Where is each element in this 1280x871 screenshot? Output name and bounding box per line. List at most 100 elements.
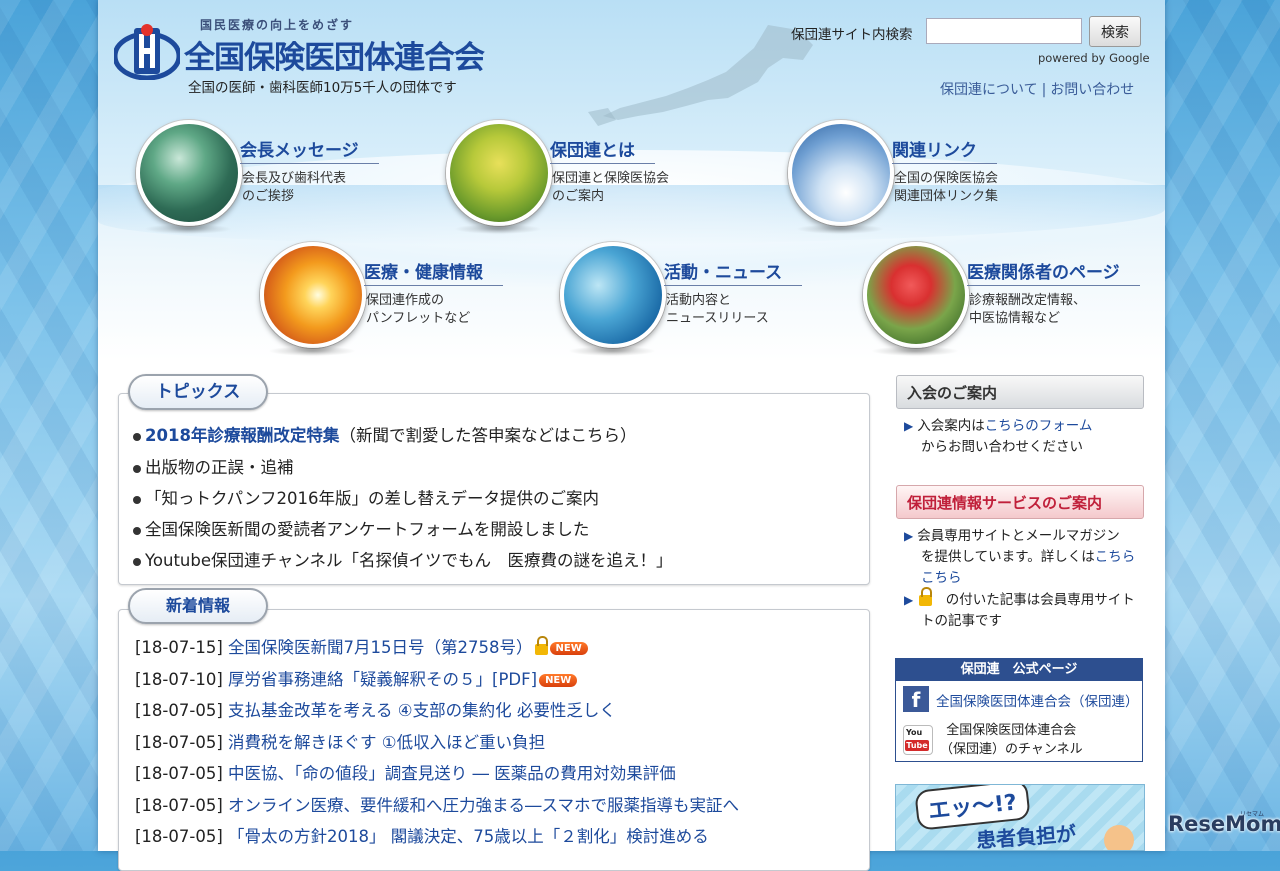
bullet-icon (133, 432, 141, 441)
news-title[interactable]: 支払基金改革を考える ④支部の集約化 必要性乏しく (228, 701, 616, 720)
banner-character (1104, 825, 1134, 850)
lock-icon (919, 587, 933, 606)
wave-photo (560, 242, 666, 348)
topic-text: （新聞で割愛した答申案などはこちら） (339, 426, 637, 445)
topic-item[interactable]: 2018年診療報酬改定特集（新聞で割愛した答申案などはこちら） (133, 422, 636, 446)
bullet-icon (133, 464, 141, 473)
youtube-icon-top: You (906, 728, 923, 737)
bullet-icon (133, 557, 141, 566)
new-badge: NEW (549, 642, 588, 655)
search-label: 保団連サイト内検索 (791, 27, 913, 43)
youtube-channel-link[interactable]: 全国保険医団体連合会 （保団連）のチャンネル (940, 721, 1083, 759)
facebook-icon[interactable]: f (903, 686, 929, 712)
circle-shadow (144, 224, 232, 234)
join-form-link[interactable]: こちらのフォーム (985, 418, 1093, 434)
service-heading[interactable]: 保団連情報サービスのご案内 (896, 485, 1144, 519)
page-container: 国民医療の向上をめざす 全国保険医団体連合会 全国の医師・歯科医師10万5千人の… (98, 0, 1165, 871)
topic-item[interactable]: Youtube保団連チャンネル「名探偵イツでもん 医療費の謎を追え！」 (133, 547, 673, 571)
link-separator: | (1041, 82, 1047, 98)
official-pages-box: 保団連 公式ページ f 全国保険医団体連合会（保団連） You Tube 全国保… (895, 658, 1143, 762)
powered-by-google: powered by Google (1038, 51, 1150, 65)
news-item[interactable]: [18-07-05] 支払基金改革を考える ④支部の集約化 必要性乏しく (135, 697, 616, 721)
circle-shadow (871, 346, 959, 356)
feature-about-hodanren[interactable]: 保団連とは 保団連と保険医協会 のご案内 (446, 120, 686, 240)
news-date: [18-07-15] (135, 638, 223, 657)
service-text: ▶ 会員専用サイトとメールマガジン を提供しています。詳しくはこちら こちら (904, 526, 1135, 589)
join-heading[interactable]: 入会のご案内 (896, 375, 1144, 409)
news-item[interactable]: [18-07-05] 「骨太の方針2018」 閣議決定、75歳以上「２割化」検討… (135, 823, 709, 847)
feature-desc: 全国の保険医協会 関連団体リンク集 (894, 171, 999, 204)
topic-bold-link[interactable]: 2018年診療報酬改定特集 (145, 426, 339, 445)
site-subtitle: 全国の医師・歯科医師10万5千人の団体です (188, 80, 457, 96)
news-item[interactable]: [18-07-05] 消費税を解きほぐす ①低収入ほど重い負担 (135, 729, 545, 753)
lock-note-text-1: の付いた記事は会員専用サイト (945, 592, 1135, 608)
news-title[interactable]: 全国保険医新聞7月15日号（第2758号） (228, 638, 533, 657)
news-title[interactable]: オンライン医療、要件緩和へ圧力強まる―スマホで服薬指導も実証へ (228, 796, 739, 815)
news-title[interactable]: 厚労省事務連絡「疑義解釈その５」[PDF] (228, 670, 537, 689)
arrow-right-icon: ▶ (904, 593, 914, 607)
topic-item[interactable]: 出版物の正誤・追補 (133, 454, 294, 478)
news-item[interactable]: [18-07-05] 中医協、「命の値段」調査見送り ― 医薬品の費用対効果評価 (135, 760, 676, 784)
flower-field-photo (446, 120, 552, 226)
news-date: [18-07-05] (135, 701, 223, 720)
official-pages-heading: 保団連 公式ページ (896, 659, 1142, 681)
topics-box: 2018年診療報酬改定特集（新聞で割愛した答申案などはこちら） 出版物の正誤・追… (118, 393, 870, 585)
join-text: ▶ 入会案内はこちらのフォーム からお問い合わせください (904, 416, 1092, 458)
arrow-right-icon: ▶ (904, 419, 914, 433)
topic-text: 全国保険医新聞の愛読者アンケートフォームを開設しました (145, 520, 590, 539)
feature-president-message[interactable]: 会長メッセージ 会長及び歯科代表 のご挨拶 (136, 120, 379, 240)
river-photo (136, 120, 242, 226)
news-heading: 新着情報 (128, 588, 268, 624)
lock-icon (534, 636, 548, 655)
feature-title: 関連リンク (892, 136, 997, 164)
circle-shadow (454, 224, 542, 234)
service-details-link-2[interactable]: こちら (921, 570, 962, 586)
feature-desc: 会長及び歯科代表 のご挨拶 (242, 171, 347, 204)
topic-text: 「知っトクパンフ2016年版」の差し替えデータ提供のご案内 (145, 489, 599, 508)
topic-item[interactable]: 全国保険医新聞の愛読者アンケートフォームを開設しました (133, 516, 589, 540)
topic-text: 出版物の正誤・追補 (145, 458, 294, 477)
site-tagline: 国民医療の向上をめざす (200, 18, 355, 32)
logo-mark-icon (114, 24, 180, 80)
search-input[interactable] (926, 18, 1082, 44)
feature-title: 活動・ニュース (664, 258, 803, 286)
news-date: [18-07-05] (135, 764, 223, 783)
search-button[interactable]: 検索 (1089, 16, 1141, 47)
join-text-post: からお問い合わせください (921, 439, 1083, 455)
feature-related-links[interactable]: 関連リンク 全国の保険医協会 関連団体リンク集 (788, 120, 1028, 240)
feature-health-info[interactable]: 医療・健康情報 保団連作成の パンフレットなど (260, 242, 503, 362)
news-date: [18-07-10] (135, 670, 223, 689)
feature-title: 医療関係者のページ (967, 258, 1140, 286)
service-text-2: を提供しています。詳しくは (921, 549, 1095, 565)
sunset-photo (260, 242, 366, 348)
patient-burden-banner[interactable]: エッ～!? 患者負担が (895, 784, 1145, 851)
banner-subline: 患者負担が (975, 821, 1077, 851)
bullet-icon (133, 526, 141, 535)
circle-shadow (268, 346, 356, 356)
feature-medical-professionals[interactable]: 医療関係者のページ 診療報酬改定情報、 中医協情報など (863, 242, 1140, 362)
topics-heading: トピックス (128, 374, 268, 410)
about-link[interactable]: 保団連について (940, 82, 1038, 98)
news-date: [18-07-05] (135, 796, 223, 815)
bullet-icon (133, 495, 141, 504)
news-item[interactable]: [18-07-10] 厚労省事務連絡「疑義解釈その５」[PDF] NEW (135, 666, 578, 690)
feature-title: 医療・健康情報 (364, 258, 503, 286)
news-title[interactable]: 「骨太の方針2018」 閣議決定、75歳以上「２割化」検討進める (228, 827, 709, 846)
circle-shadow (796, 224, 884, 234)
contact-link[interactable]: お問い合わせ (1050, 82, 1134, 98)
lock-note-text-2: トの記事です (921, 613, 1002, 629)
poppy-photo (863, 242, 969, 348)
join-text-pre: 入会案内は (917, 418, 985, 434)
feature-desc: 診療報酬改定情報、 中医協情報など (969, 293, 1087, 326)
service-details-link[interactable]: こちら (1095, 549, 1136, 565)
feature-desc: 保団連作成の パンフレットなど (366, 293, 471, 326)
feature-activities-news[interactable]: 活動・ニュース 活動内容と ニュースリリース (560, 242, 803, 362)
japan-map-silhouette (588, 25, 813, 126)
news-title[interactable]: 中医協、「命の値段」調査見送り ― 医薬品の費用対効果評価 (228, 764, 676, 783)
news-item[interactable]: [18-07-15] 全国保険医新聞7月15日号（第2758号） NEW (135, 634, 588, 658)
news-item[interactable]: [18-07-05] オンライン医療、要件緩和へ圧力強まる―スマホで服薬指導も実… (135, 792, 739, 816)
topic-item[interactable]: 「知っトクパンフ2016年版」の差し替えデータ提供のご案内 (133, 485, 599, 509)
youtube-icon[interactable]: You Tube (903, 725, 933, 755)
facebook-link[interactable]: 全国保険医団体連合会（保団連） (936, 690, 1139, 710)
news-title[interactable]: 消費税を解きほぐす ①低収入ほど重い負担 (228, 733, 545, 752)
